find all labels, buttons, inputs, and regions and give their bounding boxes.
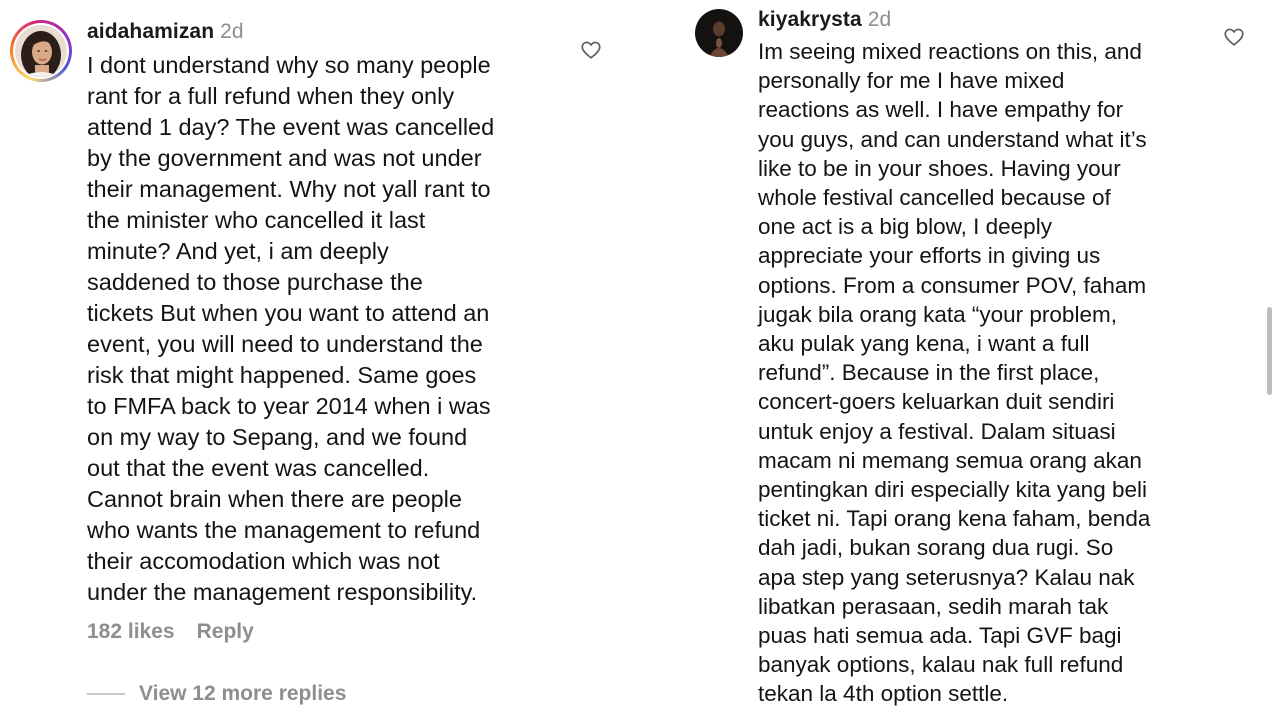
comment-body: Im seeing mixed reactions on this, and p… [758, 39, 1151, 707]
heart-icon[interactable] [1223, 26, 1245, 48]
comment-header: aidahamizan 2d [87, 18, 557, 46]
reply-button[interactable]: Reply [197, 620, 254, 643]
view-replies-label: View 12 more replies [139, 682, 347, 705]
comment-body: I dont understand why so many people ran… [87, 52, 495, 605]
comment-username[interactable]: aidahamizan [87, 20, 214, 43]
avatar-story-ring[interactable] [10, 20, 72, 82]
avatar-kiyakrysta[interactable] [695, 9, 743, 57]
view-more-replies-button[interactable]: View 12 more replies [87, 682, 346, 706]
likes-count[interactable]: 182 likes [87, 620, 175, 643]
replies-divider-line [87, 693, 125, 695]
comment-timestamp: 2d [220, 20, 244, 43]
avatar-aidahamizan [15, 25, 67, 77]
comments-page: aidahamizan 2d I dont understand why so m… [0, 0, 1280, 720]
comment-kiyakrysta: kiyakrysta 2d Im seeing mixed reactions o… [758, 6, 1203, 709]
heart-icon[interactable] [580, 39, 602, 61]
comment-aidahamizan: aidahamizan 2d I dont understand why so m… [87, 18, 557, 608]
comment-timestamp: 2d [867, 8, 892, 31]
comment-actions: 182 likes Reply [87, 620, 254, 644]
comment-header: kiyakrysta 2d [758, 6, 1203, 34]
scrollbar-thumb[interactable] [1267, 307, 1272, 395]
comment-username[interactable]: kiyakrysta [758, 8, 862, 31]
